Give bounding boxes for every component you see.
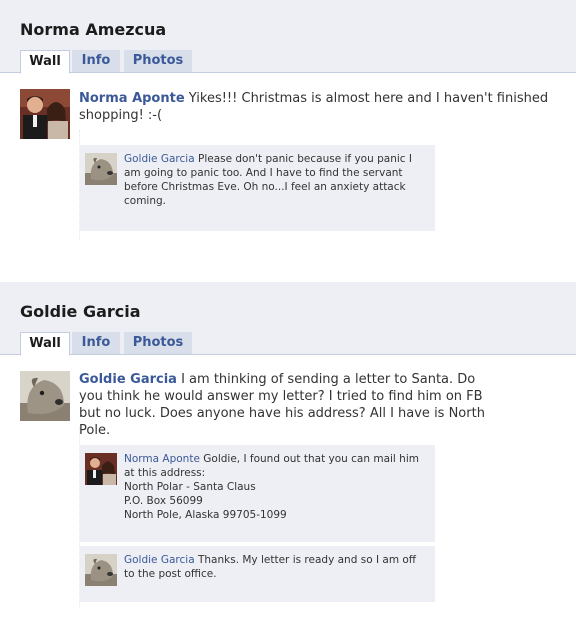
comment-item: Norma Aponte Goldie, I found out that yo… (80, 445, 435, 542)
dog-avatar-icon[interactable] (20, 371, 70, 421)
address-line: North Pole, Alaska 99705-1099 (124, 509, 287, 521)
post-author-link[interactable]: Goldie Garcia (79, 372, 177, 387)
comment-author-link[interactable]: Goldie Garcia (124, 554, 195, 566)
comment-author-link[interactable]: Goldie Garcia (124, 153, 195, 165)
couple-avatar-icon[interactable] (20, 89, 70, 139)
tab-info[interactable]: Info (72, 50, 120, 72)
comment-text: Goldie Garcia Please don't panic because… (124, 152, 424, 208)
comment-item: Goldie Garcia Please don't panic because… (80, 145, 435, 231)
tab-info[interactable]: Info (72, 332, 120, 354)
tab-wall[interactable]: Wall (20, 332, 70, 356)
dog-avatar-icon[interactable] (85, 554, 117, 586)
profile-section-2: Goldie Garcia Wall Info Photos Goldie Ga… (0, 282, 576, 619)
tab-photos[interactable]: Photos (124, 50, 192, 72)
tab-photos[interactable]: Photos (124, 332, 192, 354)
profile-section-1: Norma Amezcua Wall Info Photos Norma Apo… (0, 0, 576, 270)
address-line: North Polar - Santa Claus (124, 481, 256, 493)
dog-avatar-icon[interactable] (85, 153, 117, 185)
profile-header: Norma Amezcua Wall Info Photos (0, 0, 576, 74)
address-line: P.O. Box 56099 (124, 495, 203, 507)
post-author-link[interactable]: Norma Aponte (79, 91, 185, 106)
profile-name: Norma Amezcua (20, 20, 167, 39)
comment-item: Goldie Garcia Thanks. My letter is ready… (80, 546, 435, 602)
tab-wall[interactable]: Wall (20, 50, 70, 74)
post-text: Norma Aponte Yikes!!! Christmas is almos… (79, 90, 559, 124)
profile-header: Goldie Garcia Wall Info Photos (0, 282, 576, 356)
comment-text: Norma Aponte Goldie, I found out that yo… (124, 452, 424, 522)
profile-name: Goldie Garcia (20, 302, 141, 321)
comment-author-link[interactable]: Norma Aponte (124, 453, 200, 465)
couple-avatar-icon[interactable] (85, 453, 117, 485)
comment-divider (80, 542, 435, 543)
comment-text: Goldie Garcia Thanks. My letter is ready… (124, 553, 424, 581)
